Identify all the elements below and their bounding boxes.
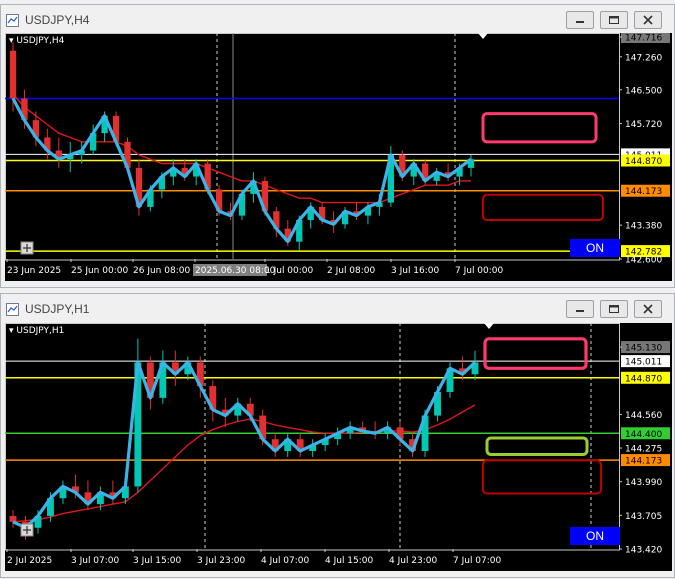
close-button[interactable] [634,11,662,29]
top-chart-symbol-text: USDJPY,H4 [16,36,65,46]
price-axis-label: 146.500 [625,86,662,96]
bottom-on-button[interactable]: ON [570,527,620,545]
time-axis-label: 25 Jun 00:00 [71,266,128,276]
price-axis-label: 144.275 [625,445,662,455]
moving-average-line [12,404,476,523]
close-button[interactable] [634,300,662,318]
price-axis-label: 145.720 [625,120,662,130]
bottom-price-chart[interactable]: 145.130 145.011 144.870 144.560 144.400 144.2… [5,323,672,571]
maximize-icon [609,305,619,313]
price-tag-label: 144.400 [625,430,662,440]
candle-body [9,515,17,522]
time-axis-label: 3 Jul 23:00 [197,556,246,566]
bottom-window-title: USDJPY,H1 [25,302,90,316]
time-axis-label: 7 Jul 07:00 [453,556,502,566]
zone-box-0 [481,112,598,144]
maximize-button[interactable] [600,11,628,29]
time-axis-label: 7 Jul 00:00 [455,266,504,276]
chart-app-icon [6,14,19,27]
maximize-button[interactable] [600,300,628,318]
zone-box-0 [483,337,588,370]
shift-marker-icon [478,33,488,39]
price-axis-label: 142.600 [625,256,662,266]
top-chart-symbol-label: ▾ USDJPY,H4 [9,36,65,46]
chart-app-icon [6,303,19,316]
price-axis-label: 143.380 [625,222,662,232]
time-axis-label: 23 Jun 2025 [7,266,61,276]
price-tag-label: 145.011 [625,358,662,368]
price-axis-label: 143.420 [625,546,662,556]
time-axis-label: 3 Jul 16:00 [391,266,440,276]
time-axis-label: 3 Jul 15:00 [133,556,182,566]
minimize-icon [576,21,584,23]
price-axis-label: 143.990 [625,478,662,488]
top-window-title: USDJPY,H4 [25,13,90,27]
price-tag-label: 144.870 [625,157,662,167]
price-axis-label: 143.705 [625,512,662,522]
time-axis-label: 1 Jul 00:00 [265,266,314,276]
maximize-icon [609,16,619,24]
minimize-icon [576,310,584,312]
price-axis-label: 145.130 [625,344,662,354]
minimize-button[interactable] [566,300,594,318]
top-price-chart[interactable]: 147.716147.260146.500145.720145.011144.8… [5,33,672,281]
drawn-trend-trace [12,360,477,530]
time-axis-label: 2 Jul 08:00 [327,266,376,276]
time-axis-label: 26 Jun 08:00 [133,266,190,276]
zone-box-1 [482,193,604,221]
close-icon [643,304,653,314]
top-chart-window: USDJPY,H4 147.716 147.260 146.500 145.720 14… [0,4,675,288]
chart-frame [5,33,620,261]
bottom-chart-symbol-text: USDJPY,H1 [16,326,65,336]
time-axis-label: 2 Jul 2025 [7,556,52,566]
bottom-titlebar[interactable]: USDJPY,H1 [1,294,674,326]
time-axis-label: 2025.06.30 08:00 [195,266,276,276]
candle-body [9,50,17,99]
price-axis-label: 147.260 [625,53,662,63]
price-axis-label: 147.716 [625,34,662,44]
time-axis-label: 4 Jul 07:00 [261,556,310,566]
time-axis-label: 4 Jul 15:00 [325,556,374,566]
shift-marker-icon [484,323,494,329]
close-icon [643,15,653,25]
minimize-button[interactable] [566,11,594,29]
top-on-button[interactable]: ON [570,239,620,257]
price-axis-label: 144.560 [625,411,662,421]
price-tag-label: 144.173 [625,187,662,197]
time-axis-label: 4 Jul 23:00 [389,556,438,566]
zone-box-2 [482,459,602,495]
bottom-chart-symbol-label: ▾ USDJPY,H1 [9,326,65,336]
price-tag-label: 144.870 [625,374,662,384]
zone-box-1 [485,436,589,457]
price-tag-label: 144.173 [625,457,662,467]
time-axis-label: 3 Jul 07:00 [71,556,120,566]
bottom-chart-window: USDJPY,H1 145.130 145.011 144.870 144.560 14… [0,293,675,578]
